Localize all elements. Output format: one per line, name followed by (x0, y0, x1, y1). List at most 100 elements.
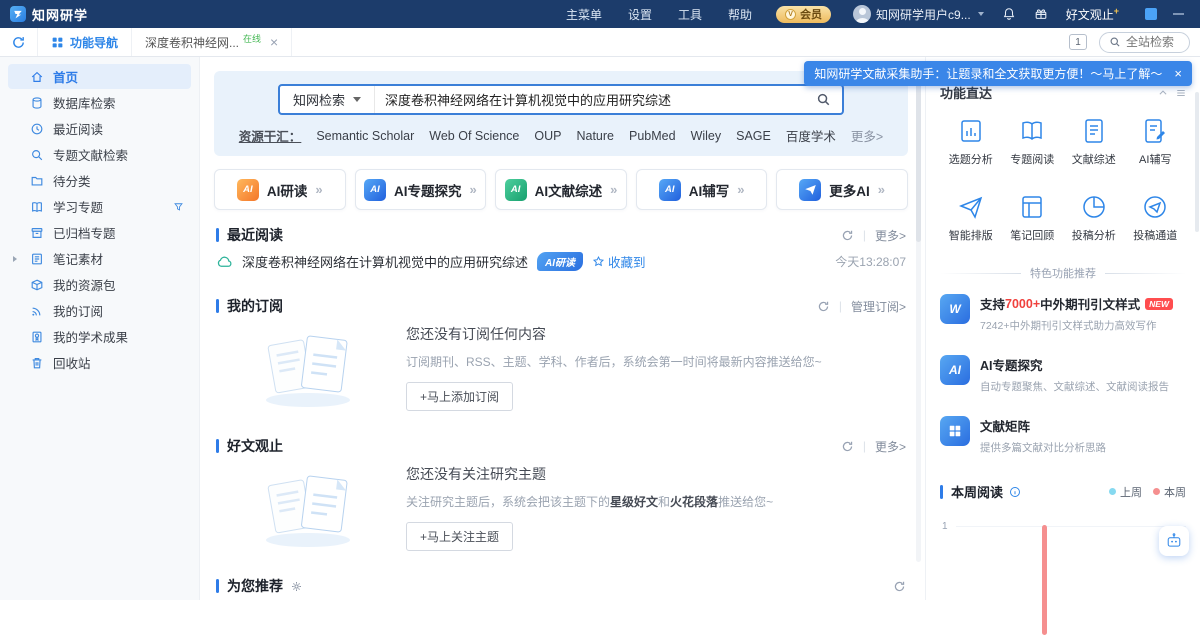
vip-medal-icon: V (785, 9, 796, 20)
assistant-button[interactable] (1159, 526, 1189, 556)
menu-main[interactable]: 主菜单 (566, 6, 602, 23)
user-menu[interactable]: 知网研学用户c9... (853, 5, 984, 23)
panel-scrollbar[interactable] (1195, 92, 1199, 232)
sidebar-item-subscriptions[interactable]: 我的订阅 (0, 298, 199, 323)
document-title[interactable]: 深度卷积神经网络在计算机视觉中的应用研究综述 (242, 252, 528, 271)
empty-illustration (252, 326, 364, 410)
ai-read-badge[interactable]: AI研读 (537, 252, 583, 271)
minimize-icon[interactable] (1173, 13, 1184, 15)
sidebar-item-unclassified[interactable]: 待分类 (0, 168, 199, 193)
menu-tools[interactable]: 工具 (678, 6, 702, 23)
sidebar-item-archived-topics[interactable]: 已归档专题 (0, 220, 199, 245)
sidebar-item-recycle-bin[interactable]: 回收站 (0, 350, 199, 375)
sidebar-item-academic-achievements[interactable]: 我的学术成果 (0, 324, 199, 349)
resource-semantic-scholar[interactable]: Semantic Scholar (316, 129, 414, 143)
featured-card-ai-topic[interactable]: AI AI专题探究 自动专题聚焦、文献综述、文献阅读报告 (940, 355, 1186, 394)
feature-topic-analysis[interactable]: 选题分析 (940, 117, 1002, 167)
banner-text: 知网研学文献采集助手：让题录和全文获取更方便！～马上了解～ (814, 65, 1162, 82)
search-query-input[interactable] (375, 92, 805, 107)
menu-icon[interactable] (1176, 88, 1186, 98)
search-bar: 知网检索 (278, 84, 844, 115)
collapse-chevron-icon[interactable] (1158, 88, 1168, 98)
resource-sage[interactable]: SAGE (736, 129, 771, 143)
section-title: 好文观止 (227, 436, 283, 456)
resources-more-link[interactable]: 更多> (851, 126, 883, 145)
haowen-quick-link[interactable]: 好文观止+ (1066, 6, 1119, 23)
featured-card-citation-styles[interactable]: W 支持7000+中外期刊引文样式 NEW 7242+中外期刊引文样式助力高效写… (940, 294, 1186, 333)
refresh-icon[interactable] (841, 229, 854, 242)
sidebar-item-study-topics[interactable]: 学习专题 (0, 194, 199, 219)
feature-submission-analysis[interactable]: 投稿分析 (1063, 193, 1125, 243)
info-icon[interactable] (1009, 486, 1021, 498)
feature-smart-typesetting[interactable]: 智能排版 (940, 193, 1002, 243)
ai-icon: AI (659, 179, 681, 201)
resource-nature[interactable]: Nature (576, 129, 614, 143)
global-search[interactable] (1099, 32, 1190, 53)
send-circle-icon (1141, 193, 1169, 221)
feature-literature-review[interactable]: 文献综述 (1063, 117, 1125, 167)
square-icon[interactable] (1145, 8, 1157, 20)
haowen-section-header: 好文观止 | 更多> (216, 436, 906, 456)
sidebar-item-note-material[interactable]: 笔记素材 (0, 246, 199, 271)
follow-topic-button[interactable]: +马上关注主题 (406, 522, 513, 551)
legend-dot-cur (1153, 488, 1160, 495)
sidebar-item-resource-pack[interactable]: 我的资源包 (0, 272, 199, 297)
user-name: 知网研学用户c9... (876, 6, 971, 23)
more-link[interactable]: 更多> (875, 438, 906, 455)
refresh-icon[interactable] (11, 35, 26, 50)
feature-ai-writing[interactable]: AI辅写 (1125, 117, 1187, 167)
gift-icon[interactable] (1034, 7, 1048, 21)
sidebar-item-recent-reading[interactable]: 最近阅读 (0, 116, 199, 141)
filter-icon[interactable] (173, 201, 184, 212)
tab-document[interactable]: 深度卷积神经网... 在线 × (132, 28, 292, 56)
global-search-input[interactable] (1126, 35, 1180, 49)
vip-badge[interactable]: V 会员 (776, 6, 831, 23)
refresh-icon[interactable] (841, 440, 854, 453)
gear-icon[interactable] (290, 580, 303, 593)
notification-banner[interactable]: 知网研学文献采集助手：让题录和全文获取更方便！～马上了解～ × (804, 61, 1192, 86)
document-icon (1080, 117, 1108, 145)
more-link[interactable]: 更多> (875, 227, 906, 244)
close-icon[interactable]: × (1174, 66, 1182, 81)
ai-writing-button[interactable]: AI AI辅写 » (636, 169, 768, 210)
more-ai-button[interactable]: 更多AI » (776, 169, 908, 210)
feature-note-review[interactable]: 笔记回顾 (1002, 193, 1064, 243)
close-icon[interactable]: × (270, 35, 278, 49)
favorite-button[interactable]: 收藏到 (592, 252, 646, 271)
recent-reading-item[interactable]: 深度卷积神经网络在计算机视觉中的应用研究综述 AI研读 收藏到 今天13:28:… (216, 252, 906, 271)
menu-settings[interactable]: 设置 (628, 6, 652, 23)
ai-literature-review-button[interactable]: AI AI文献综述 » (495, 169, 627, 210)
ai-topic-explore-button[interactable]: AI AI专题探究 » (355, 169, 487, 210)
add-subscription-button[interactable]: +马上添加订阅 (406, 382, 513, 411)
y-axis-tick: 1 (942, 521, 948, 532)
refresh-icon[interactable] (817, 300, 830, 313)
sidebar-item-label: 最近阅读 (53, 119, 103, 138)
sidebar-item-topic-search[interactable]: 专题文献检索 (0, 142, 199, 167)
search-engine-select[interactable]: 知网检索 (280, 86, 375, 113)
star-icon (592, 255, 605, 268)
featured-card-literature-matrix[interactable]: 文献矩阵 提供多篇文献对比分析思路 (940, 416, 1186, 455)
search-button[interactable] (805, 86, 842, 113)
sidebar-item-database-search[interactable]: 数据库检索 (0, 90, 199, 115)
page-indicator[interactable]: 1 (1069, 34, 1087, 50)
feature-submission-channel[interactable]: 投稿通道 (1125, 193, 1187, 243)
refresh-icon[interactable] (893, 580, 906, 593)
featured-title: 特色功能推荐 (1030, 265, 1096, 281)
feature-topic-reading[interactable]: 专题阅读 (1002, 117, 1064, 167)
new-badge: NEW (1145, 298, 1173, 310)
main-scrollbar[interactable] (916, 62, 921, 562)
resource-baidu-scholar[interactable]: 百度学术 (786, 126, 836, 145)
resource-pubmed[interactable]: PubMed (629, 129, 676, 143)
bell-icon[interactable] (1002, 7, 1016, 21)
menu-help[interactable]: 帮助 (728, 6, 752, 23)
resource-web-of-science[interactable]: Web Of Science (429, 129, 519, 143)
ai-read-button[interactable]: AI AI研读 » (214, 169, 346, 210)
sidebar-item-home[interactable]: 首页 (8, 64, 191, 89)
tab-function-nav[interactable]: 功能导航 (37, 28, 132, 56)
manage-subscriptions-link[interactable]: 管理订阅> (851, 298, 906, 315)
resource-wiley[interactable]: Wiley (691, 129, 722, 143)
chevron-down-icon (978, 12, 984, 16)
expand-caret-icon[interactable] (13, 256, 17, 262)
section-accent-bar (216, 228, 219, 242)
resource-oup[interactable]: OUP (534, 129, 561, 143)
